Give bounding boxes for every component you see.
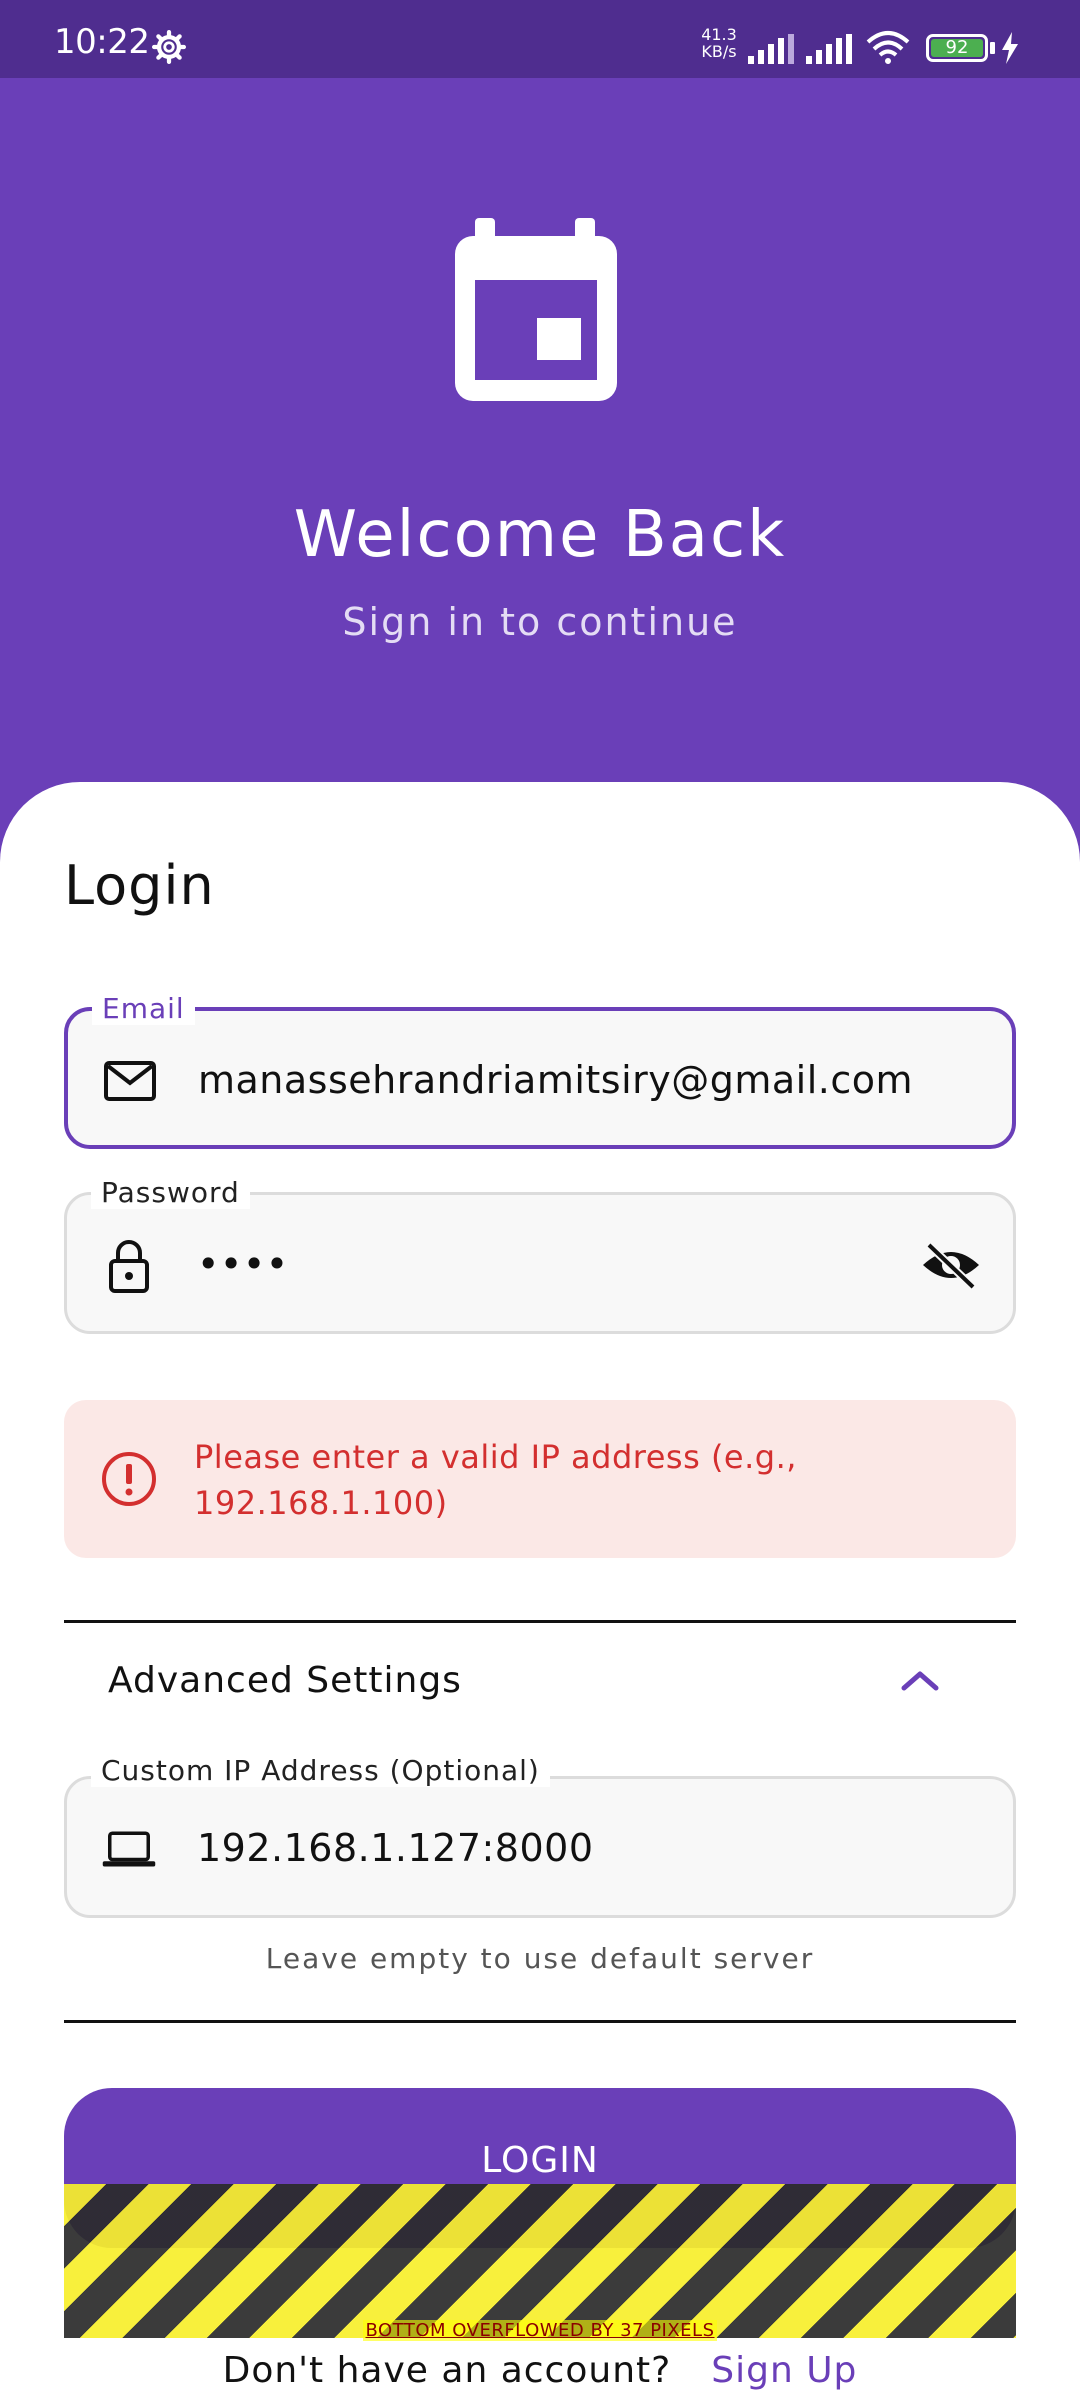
advanced-settings-title: Advanced Settings [108,1660,462,1701]
email-label: Email [92,993,195,1025]
wifi-icon [866,31,910,64]
email-field[interactable]: Email manassehrandriamitsiry@gmail.com [64,993,1016,1149]
hero-header: Welcome Back Sign in to continue [0,78,1080,898]
error-icon [102,1452,156,1506]
overflow-warning-text: BOTTOM OVERFLOWED BY 37 PIXELS [363,2320,717,2341]
email-input[interactable]: manassehrandriamitsiry@gmail.com [198,1055,913,1105]
signal-icon [748,34,794,64]
status-time: 10:22 [54,22,150,62]
status-bar: 10:22 41.3 KB/s 92 [0,0,1080,78]
divider [64,2020,1016,2023]
mail-icon [104,1061,156,1101]
login-card: Login Email manassehrandriamitsiry@gmail… [0,782,1080,2400]
password-label: Password [91,1177,250,1209]
error-message-box: Please enter a valid IP address (e.g., 1… [64,1400,1016,1558]
laptop-icon [102,1831,156,1867]
custom-ip-field[interactable]: Custom IP Address (Optional) 192.168.1.1… [64,1755,1016,1918]
signup-link[interactable]: Sign Up [711,2350,857,2391]
custom-ip-label: Custom IP Address (Optional) [91,1755,550,1787]
error-text: Please enter a valid IP address (e.g., 1… [194,1438,797,1522]
password-input[interactable]: •••• [197,1239,289,1289]
battery-icon: 92 [926,34,988,62]
visibility-off-icon[interactable] [919,1237,983,1293]
charging-bolt-icon [1002,32,1018,64]
network-speed: 41.3 KB/s [701,25,737,61]
divider [64,1620,1016,1623]
login-title: Login [64,854,215,917]
signal-icon [806,34,852,64]
lock-icon [109,1240,149,1293]
custom-ip-helper: Leave empty to use default server [265,1942,815,1975]
welcome-title: Welcome Back [293,498,787,572]
password-field[interactable]: Password •••• [64,1177,1016,1334]
battery-tip [990,42,995,54]
signup-row: Don't have an account? Sign Up [0,2350,1080,2391]
calendar-icon [455,218,617,401]
overflow-warning-stripes [64,2184,1016,2338]
login-button-label: LOGIN [481,2140,599,2181]
signup-prompt: Don't have an account? [222,2350,672,2391]
gear-icon [152,30,186,64]
welcome-subtitle: Sign in to continue [342,600,738,644]
custom-ip-input[interactable]: 192.168.1.127:8000 [197,1823,594,1873]
battery-level: 92 [931,39,983,57]
advanced-settings-toggle[interactable]: Advanced Settings [64,1624,1016,1734]
chevron-up-icon [901,1671,939,1691]
